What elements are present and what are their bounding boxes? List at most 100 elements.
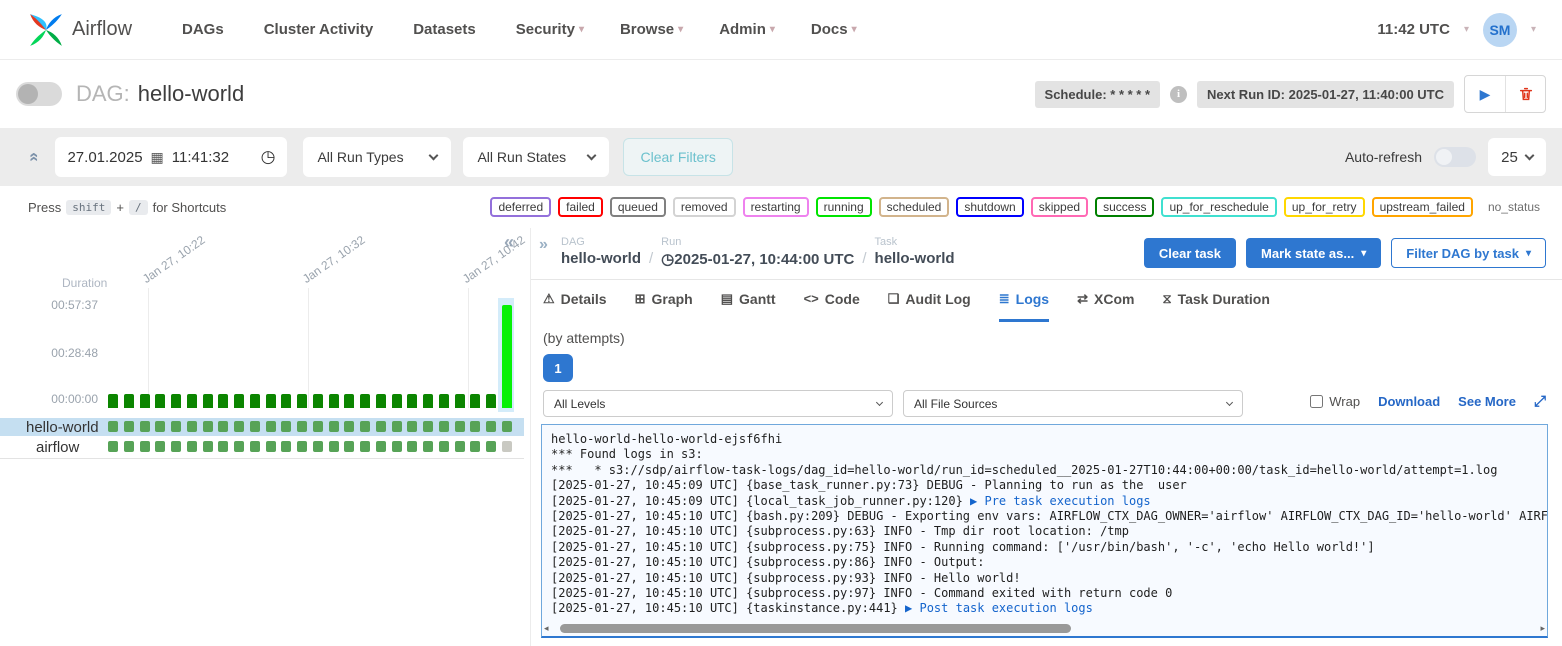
nav-item[interactable]: Browse ▾ (620, 21, 683, 38)
task-instance-square[interactable] (360, 421, 370, 432)
duration-bar[interactable] (502, 305, 512, 408)
task-instance-square[interactable] (218, 421, 228, 432)
task-instance-square[interactable] (376, 441, 386, 452)
log-level-select[interactable]: All Levels (543, 390, 893, 417)
duration-bar[interactable] (281, 394, 291, 408)
log-group-link[interactable]: ▶ Post task execution logs (905, 601, 1093, 615)
nav-item[interactable]: Admin ▾ (719, 21, 775, 38)
duration-bar[interactable] (470, 394, 480, 408)
task-instance-square[interactable] (155, 441, 165, 452)
task-instance-square[interactable] (344, 441, 354, 452)
status-badge[interactable]: up_for_reschedule (1161, 197, 1276, 217)
duration-bar[interactable] (250, 394, 260, 408)
trigger-dag-button[interactable]: ▶ (1465, 76, 1505, 112)
task-instance-square[interactable] (171, 441, 181, 452)
nav-item[interactable]: Docs ▾ (811, 21, 857, 38)
status-badge[interactable]: deferred (490, 197, 551, 217)
task-instance-square[interactable] (281, 421, 291, 432)
log-group-link[interactable]: ▶ Pre task execution logs (970, 494, 1151, 508)
duration-bar[interactable] (234, 394, 244, 408)
base-date-input[interactable]: 27.01.2025 ▦ 11:41:32 ◷ (55, 137, 287, 177)
task-instance-square[interactable] (486, 441, 496, 452)
task-instance-square[interactable] (423, 441, 433, 452)
duration-bar[interactable] (187, 394, 197, 408)
horizontal-scrollbar[interactable]: ◂ ▸ (544, 622, 1545, 635)
utc-clock-dropdown[interactable]: 11:42 UTC (1377, 21, 1450, 38)
mark-state-button[interactable]: Mark state as... ▾ (1246, 238, 1381, 268)
task-instance-square[interactable] (124, 421, 134, 432)
run-state-select[interactable]: All Run States (463, 137, 609, 177)
task-instance-square[interactable] (344, 421, 354, 432)
task-instance-square[interactable] (392, 421, 402, 432)
tab[interactable]: ⊞ Graph (635, 286, 693, 322)
task-instance-square[interactable] (439, 421, 449, 432)
task-instance-square[interactable] (407, 441, 417, 452)
task-instance-square[interactable] (486, 421, 496, 432)
task-instance-square[interactable] (218, 441, 228, 452)
task-instance-square[interactable] (250, 421, 260, 432)
tab[interactable]: ❏ Audit Log (888, 286, 971, 322)
task-instance-square[interactable] (140, 441, 150, 452)
task-instance-square[interactable] (502, 441, 512, 452)
task-instance-square[interactable] (392, 441, 402, 452)
page-size-select[interactable]: 25 (1488, 138, 1546, 176)
status-badge[interactable]: restarting (743, 197, 809, 217)
tab[interactable]: <> Code (804, 286, 860, 322)
status-badge[interactable]: shutdown (956, 197, 1023, 217)
task-instance-square[interactable] (313, 441, 323, 452)
task-instance-square[interactable] (423, 421, 433, 432)
duration-bar[interactable] (486, 394, 496, 408)
task-instance-square[interactable] (108, 441, 118, 452)
task-instance-square[interactable] (171, 421, 181, 432)
task-instance-square[interactable] (313, 421, 323, 432)
tab[interactable]: ⧖ Task Duration (1162, 286, 1269, 322)
status-badge[interactable]: queued (610, 197, 666, 217)
task-instance-square[interactable] (297, 421, 307, 432)
task-instance-square[interactable] (360, 441, 370, 452)
grid-row-task[interactable]: airflow (0, 438, 524, 456)
status-badge[interactable]: scheduled (879, 197, 950, 217)
auto-refresh-toggle[interactable] (1434, 147, 1476, 167)
task-instance-square[interactable] (329, 441, 339, 452)
status-badge[interactable]: up_for_retry (1284, 197, 1365, 217)
grid-row-dag[interactable]: hello-world (0, 418, 524, 436)
status-badge[interactable]: removed (673, 197, 736, 217)
duration-bar[interactable] (203, 394, 213, 408)
scroll-right-icon[interactable]: ▸ (1540, 623, 1545, 634)
tab[interactable]: ▤ Gantt (721, 286, 776, 322)
task-instance-square[interactable] (140, 421, 150, 432)
task-instance-square[interactable] (203, 441, 213, 452)
task-instance-square[interactable] (376, 421, 386, 432)
tab[interactable]: ⚠ Details (543, 286, 607, 322)
delete-dag-button[interactable] (1505, 76, 1545, 112)
task-instance-square[interactable] (124, 441, 134, 452)
task-instance-square[interactable] (470, 421, 480, 432)
clear-filters-button[interactable]: Clear Filters (623, 138, 732, 176)
duration-bar[interactable] (297, 394, 307, 408)
task-instance-square[interactable] (250, 441, 260, 452)
task-instance-square[interactable] (234, 441, 244, 452)
duration-bar[interactable] (407, 394, 417, 408)
see-more-link[interactable]: See More (1458, 394, 1516, 409)
filter-dag-by-task-button[interactable]: Filter DAG by task ▾ (1391, 238, 1546, 268)
breadcrumb-task[interactable]: Task hello-world (875, 232, 955, 268)
task-instance-square[interactable] (470, 441, 480, 452)
status-badge[interactable]: running (816, 197, 872, 217)
task-instance-square[interactable] (455, 421, 465, 432)
duration-bar[interactable] (155, 394, 165, 408)
attempt-1-button[interactable]: 1 (543, 354, 573, 382)
task-instance-square[interactable] (407, 421, 417, 432)
duration-bar[interactable] (329, 394, 339, 408)
task-instance-square[interactable] (281, 441, 291, 452)
task-instance-square[interactable] (203, 421, 213, 432)
task-instance-square[interactable] (266, 441, 276, 452)
wrap-checkbox[interactable] (1310, 395, 1323, 408)
status-badge[interactable]: failed (558, 197, 603, 217)
tab[interactable]: ≣ Logs (999, 286, 1049, 322)
status-badge[interactable]: no_status (1480, 197, 1548, 217)
task-instance-square[interactable] (108, 421, 118, 432)
task-instance-square[interactable] (439, 441, 449, 452)
task-instance-square[interactable] (297, 441, 307, 452)
duration-bar[interactable] (392, 394, 402, 408)
task-instance-square[interactable] (234, 421, 244, 432)
